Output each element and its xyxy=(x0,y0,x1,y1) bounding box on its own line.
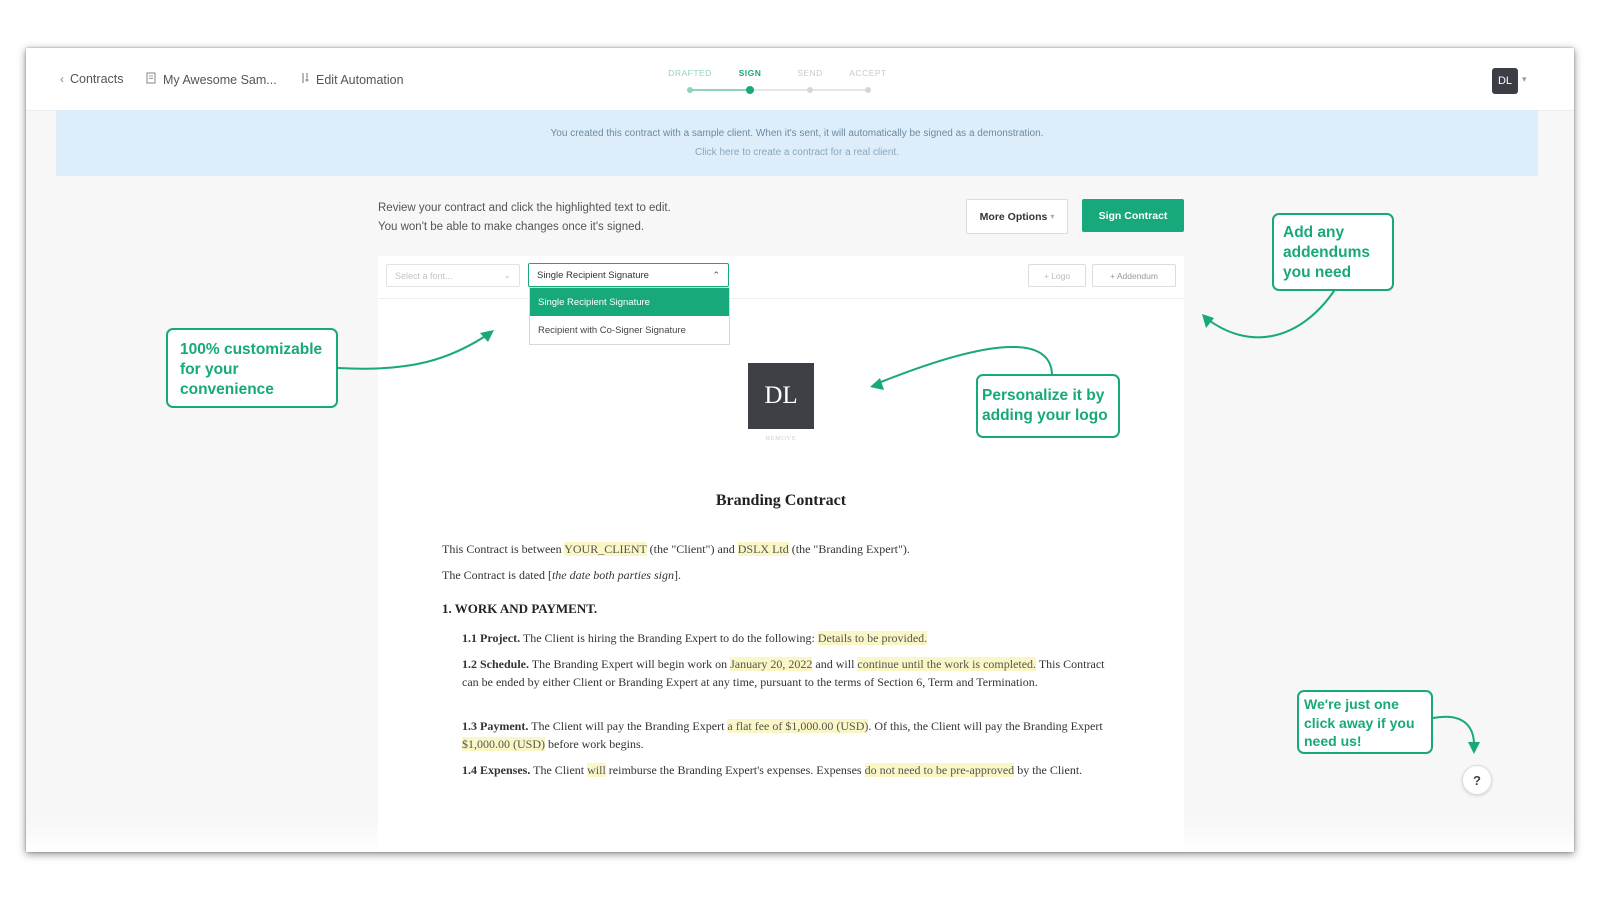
clause-label: 1.4 Expenses. xyxy=(462,763,531,777)
clause-text: by the Client. xyxy=(1014,763,1083,777)
callout-line: click away if you xyxy=(1304,714,1415,731)
end-condition-field[interactable]: continue until the work is completed. xyxy=(857,657,1037,671)
chevron-left-icon: ‹ xyxy=(60,72,64,86)
help-button[interactable]: ? xyxy=(1462,765,1492,795)
chevron-down-icon: ⌄ xyxy=(503,270,511,280)
callout-line: adding your logo xyxy=(982,407,1108,424)
clause-text: and will xyxy=(812,657,858,671)
crumb-contracts-label: Contracts xyxy=(70,72,124,86)
remove-logo-link[interactable]: REMOVE xyxy=(748,435,814,442)
clause-text: reimburse the Branding Expert's expenses… xyxy=(605,763,865,777)
clause-text: before work begins. xyxy=(545,737,644,751)
callout-line: convenience xyxy=(180,381,274,398)
clause-label: 1.3 Payment. xyxy=(462,719,529,733)
clause-text: The Client will pay the Branding Expert xyxy=(528,719,728,733)
callout-logo: Personalize it by adding your logo xyxy=(976,374,1120,438)
chevron-up-icon: ⌃ xyxy=(712,269,720,280)
callout-customizable: 100% customizable for your convenience xyxy=(166,328,338,408)
automation-icon xyxy=(300,72,310,87)
signature-select-value: Single Recipient Signature xyxy=(537,269,649,281)
bottom-fade xyxy=(26,818,1574,852)
callout-line: Personalize it by xyxy=(982,387,1105,404)
company-logo[interactable]: DL xyxy=(748,363,814,429)
clause-schedule: 1.2 Schedule. The Branding Expert will b… xyxy=(462,655,1122,691)
back-to-contracts-link[interactable]: ‹ Contracts xyxy=(60,72,124,86)
step-sign-dot xyxy=(746,86,754,94)
step-accept-label[interactable]: ACCEPT xyxy=(849,68,886,78)
add-addendum-button[interactable]: + Addendum xyxy=(1092,264,1176,287)
step-send-dot xyxy=(807,87,813,93)
date-text: ]. xyxy=(673,568,681,582)
option-single-recipient[interactable]: Single Recipient Signature xyxy=(530,288,729,316)
client-name-field[interactable]: YOUR_CLIENT xyxy=(564,542,647,556)
review-instructions: Review your contract and click the highl… xyxy=(378,199,671,237)
clause-payment: 1.3 Payment. The Client will pay the Bra… xyxy=(462,717,1122,753)
project-details-field[interactable]: Details to be provided. xyxy=(817,631,928,645)
edit-automation-label: Edit Automation xyxy=(316,72,404,87)
progress-stepper: DRAFTED SIGN SEND ACCEPT xyxy=(668,68,926,98)
callout-line: addendums xyxy=(1283,244,1370,261)
intro-text: (the "Branding Expert"). xyxy=(788,542,910,556)
crumb-document-label: My Awesome Sam... xyxy=(163,72,277,87)
preapproval-field[interactable]: do not need to be pre-approved xyxy=(864,763,1015,777)
signature-type-select[interactable]: Single Recipient Signature ⌃ xyxy=(528,263,729,287)
company-name-field[interactable]: DSLX Ltd xyxy=(737,542,789,556)
document-crumb[interactable]: My Awesome Sam... xyxy=(146,72,277,87)
intro-text: This Contract is between xyxy=(442,542,565,556)
clause-text: The Client xyxy=(530,763,588,777)
user-avatar-button[interactable]: DL xyxy=(1492,68,1518,94)
add-logo-button[interactable]: + Logo xyxy=(1028,264,1086,287)
date-text: The Contract is dated [ xyxy=(442,568,552,582)
top-bar: ‹ Contracts My Awesome Sam... Edit Autom… xyxy=(26,48,1574,111)
deposit-field[interactable]: $1,000.00 (USD) xyxy=(462,737,545,751)
callout-line: you need xyxy=(1283,264,1352,281)
contract-title: Branding Contract xyxy=(715,492,847,509)
sign-contract-button[interactable]: Sign Contract xyxy=(1082,199,1184,232)
sample-client-banner: You created this contract with a sample … xyxy=(56,110,1538,176)
contract-date: The Contract is dated [the date both par… xyxy=(442,566,1122,584)
clause-text: . Of this, the Client will pay the Brand… xyxy=(868,719,1103,733)
callout-line: 100% customizable xyxy=(180,341,323,358)
clause-label: 1.2 Schedule. xyxy=(462,657,530,671)
callout-addendums: Add any addendums you need xyxy=(1272,213,1394,291)
create-real-contract-link[interactable]: Click here to create a contract for a re… xyxy=(56,147,1538,158)
chevron-down-icon: ▾ xyxy=(1050,212,1055,221)
fee-field[interactable]: a flat fee of $1,000.00 (USD) xyxy=(727,719,869,733)
contract-intro: This Contract is between YOUR_CLIENT (th… xyxy=(442,540,1122,558)
signature-dropdown-menu: Single Recipient Signature Recipient wit… xyxy=(529,287,730,345)
review-line-1: Review your contract and click the highl… xyxy=(378,202,671,214)
chevron-down-icon[interactable]: ▾ xyxy=(1522,74,1527,85)
step-send-label[interactable]: SEND xyxy=(797,68,823,78)
callout-line: We're just one xyxy=(1304,696,1399,712)
more-options-label: More Options xyxy=(979,210,1048,223)
step-accept-dot xyxy=(865,87,871,93)
clause-text: The Branding Expert will begin work on xyxy=(529,657,731,671)
banner-message: You created this contract with a sample … xyxy=(550,128,1044,139)
callout-line: Add any xyxy=(1283,224,1345,241)
intro-text: (the "Client") and xyxy=(646,542,738,556)
clause-expenses: 1.4 Expenses. The Client will reimburse … xyxy=(462,761,1122,779)
reimburse-field[interactable]: will xyxy=(587,763,606,777)
callout-line: need us! xyxy=(1304,733,1362,749)
step-drafted-label[interactable]: DRAFTED xyxy=(668,68,712,78)
section-heading: 1. WORK AND PAYMENT. xyxy=(442,601,598,616)
document-toolbar: Select a font... ⌄ Single Recipient Sign… xyxy=(378,256,1184,299)
option-co-signer[interactable]: Recipient with Co-Signer Signature xyxy=(530,316,729,344)
clause-project: 1.1 Project. The Client is hiring the Br… xyxy=(462,629,1122,647)
font-select[interactable]: Select a font... ⌄ xyxy=(386,264,520,287)
step-connector xyxy=(690,89,750,91)
date-placeholder: the date both parties sign xyxy=(551,568,674,582)
edit-automation-link[interactable]: Edit Automation xyxy=(300,72,404,87)
clause-text: The Client is hiring the Branding Expert… xyxy=(520,631,818,645)
more-options-button[interactable]: More Options ▾ xyxy=(966,199,1068,234)
clause-label: 1.1 Project. xyxy=(462,631,521,645)
callout-oneclick: We're just one click away if you need us… xyxy=(1297,690,1433,754)
step-sign-label[interactable]: SIGN xyxy=(739,68,762,78)
callout-line: for your xyxy=(180,361,239,378)
font-select-placeholder: Select a font... xyxy=(395,270,453,281)
start-date-field[interactable]: January 20, 2022 xyxy=(730,657,813,671)
step-drafted-dot xyxy=(687,87,693,93)
document-icon xyxy=(146,72,157,87)
review-line-2: You won't be able to make changes once i… xyxy=(378,221,645,233)
